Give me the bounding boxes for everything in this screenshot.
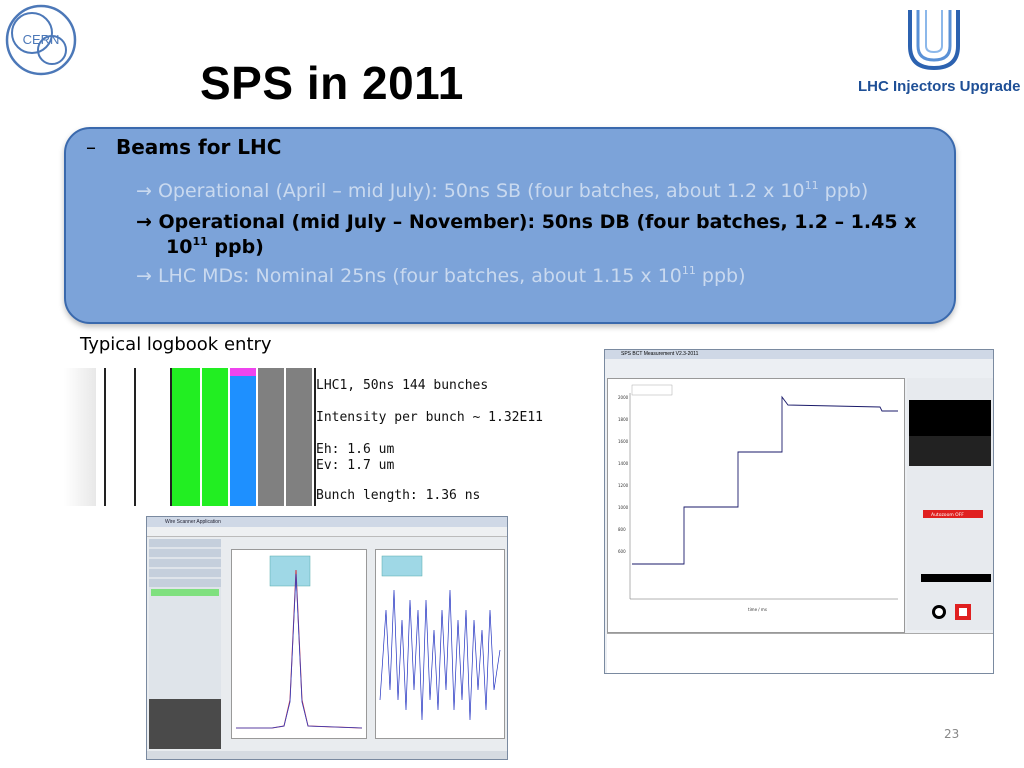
- bct-title: SPS BCT Measurement V2.3-2011: [605, 350, 993, 359]
- bct-side-graphics: Autozoom OFF: [909, 400, 991, 620]
- wire-scanner-plot-left: [231, 549, 367, 739]
- bct-console: [607, 633, 993, 673]
- sidebar-section: [149, 539, 221, 547]
- logbook-gradient: [64, 368, 96, 506]
- wire-scanner-screenshot: Wire Scanner Application: [146, 516, 508, 760]
- content-bubble: – Beams for LHC → Operational (April – mi…: [64, 127, 956, 324]
- wire-scanner-title: Wire Scanner Application: [147, 517, 507, 527]
- logbook-gray-column: [286, 368, 312, 506]
- bubble-heading: – Beams for LHC: [86, 135, 282, 159]
- wire-scanner-sidebar: [149, 539, 221, 749]
- sidebar-section: [149, 559, 221, 567]
- sidebar-section: [149, 549, 221, 557]
- logbook-grid-line: [104, 368, 106, 506]
- sidebar-green-bar: [151, 589, 219, 596]
- cern-logo: CERN: [0, 0, 82, 80]
- svg-text:CERN: CERN: [23, 32, 60, 47]
- sidebar-section: [149, 569, 221, 577]
- wire-scanner-plot-right: [375, 549, 505, 739]
- bullet-lhc-mds: → LHC MDs: Nominal 25ns (four batches, a…: [136, 264, 746, 287]
- logbook-green-column: [172, 368, 200, 506]
- ytick-1200: 1200: [618, 483, 629, 488]
- logbook-caption: Typical logbook entry: [80, 334, 272, 355]
- logbook-green-column: [202, 368, 228, 506]
- ytick-800: 800: [618, 527, 626, 532]
- slide-title: SPS in 2011: [200, 57, 464, 109]
- ytick-1000: 1000: [618, 505, 629, 510]
- bct-screenshot: SPS BCT Measurement V2.3-2011 2000 1800 …: [604, 349, 994, 674]
- bct-xlabel: time / ms: [748, 607, 767, 612]
- profile-plot-left: [236, 555, 363, 729]
- ytick-2000: 2000: [618, 395, 629, 400]
- logbook-line: Intensity per bunch ~ 1.32E11: [316, 410, 543, 425]
- ytick-1800: 1800: [618, 417, 629, 422]
- sidebar-section: [149, 579, 221, 587]
- page-number: 23: [944, 727, 960, 741]
- bullet-operational-july-cont: 1011 ppb): [166, 235, 264, 258]
- wire-scanner-statusbar: [147, 751, 507, 759]
- logbook-blue-column: [230, 368, 256, 506]
- logbook-entry-image: LHC1, 50ns 144 bunches Intensity per bun…: [64, 368, 578, 506]
- logbook-grid-line: [134, 368, 136, 506]
- ytick-1600: 1600: [618, 439, 629, 444]
- logbook-line: Bunch length: 1.36 ns: [316, 488, 481, 503]
- wire-scanner-toolbar: [147, 527, 507, 537]
- liu-u-icon: [908, 10, 960, 71]
- ytick-600: 600: [618, 549, 626, 554]
- bullet-operational-april: → Operational (April – mid July): 50ns S…: [136, 179, 869, 202]
- liu-logo-text: LHC Injectors Upgrade: [858, 78, 1021, 95]
- sidebar-dark-panel: [149, 699, 221, 749]
- bct-intensity-plot: 2000 1800 1600 1400 1200 1000 800 600 ti…: [618, 384, 898, 612]
- ytick-1400: 1400: [618, 461, 629, 466]
- cern-logo-icon: CERN: [5, 4, 77, 76]
- logbook-line: Eh: 1.6 um: [316, 442, 395, 457]
- profile-plot-right: [379, 555, 501, 721]
- liu-logo: LHC Injectors Upgrade: [858, 6, 1021, 102]
- autozoom-button: Autozoom OFF: [931, 512, 964, 518]
- bct-side-panel: Autozoom OFF: [907, 378, 993, 630]
- logbook-line: LHC1, 50ns 144 bunches: [316, 378, 489, 393]
- bct-plot: 2000 1800 1600 1400 1200 1000 800 600 ti…: [607, 378, 905, 633]
- bullet-operational-july: → Operational (mid July – November): 50n…: [136, 211, 917, 233]
- logbook-magenta-cell: [230, 368, 256, 376]
- logbook-line: Ev: 1.7 um: [316, 458, 395, 473]
- logbook-gray-column: [258, 368, 284, 506]
